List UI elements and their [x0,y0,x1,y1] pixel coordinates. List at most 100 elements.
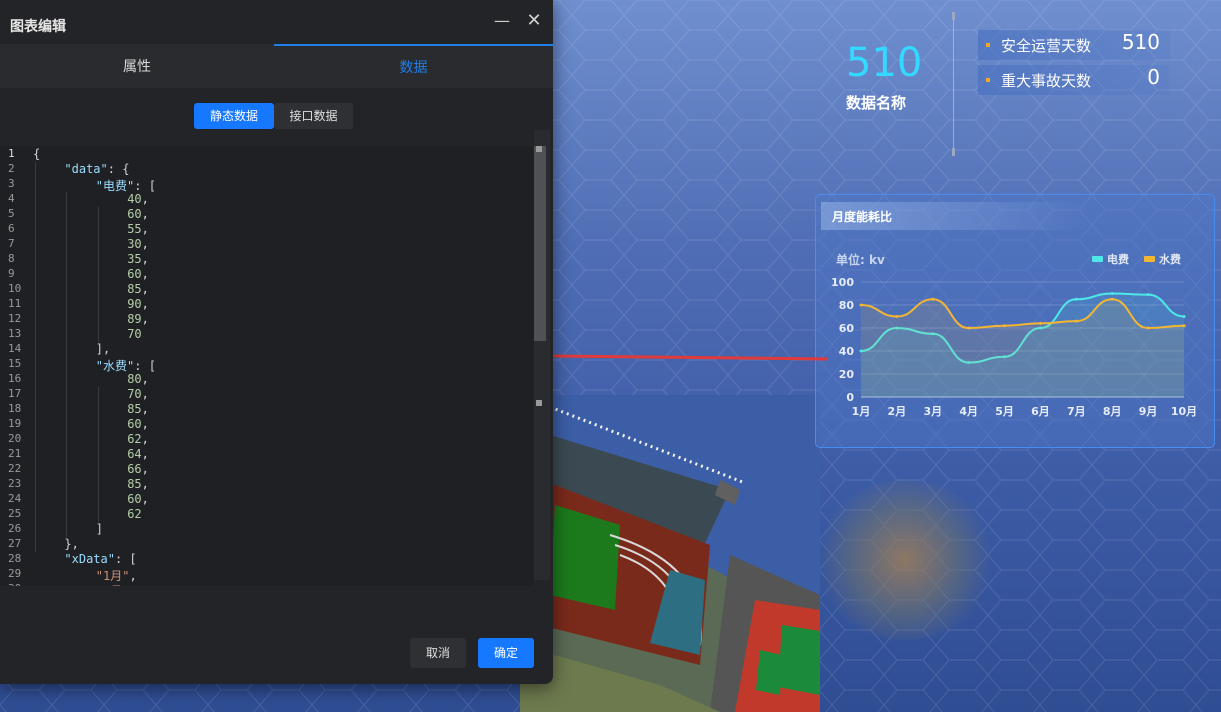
code-token: "水费" [95,359,135,373]
scroll-marker [536,400,542,406]
line-number: 25 [8,507,22,520]
code-token: ] [95,522,104,536]
stat-value: 510 [1121,30,1160,54]
code-line: "data": { [64,162,129,176]
code-line: 89, [127,312,149,326]
line-number: 16 [8,372,22,385]
code-token: 60 [127,417,142,431]
minimize-icon[interactable]: — [493,11,511,31]
code-line: 70 [127,327,141,341]
static-data-button[interactable]: 静态数据 [194,103,274,129]
x-tick-label: 7月 [1067,405,1086,418]
code-token: 55 [127,222,142,236]
stat-value: 0 [1147,65,1160,89]
tab-properties[interactable]: 属性 [0,44,274,88]
stat-divider [953,12,954,156]
code-token: : [ [134,359,156,373]
code-line: 30, [127,237,149,251]
api-data-button[interactable]: 接口数据 [274,103,353,129]
x-tick-label: 3月 [923,405,942,418]
line-number: 7 [8,237,15,250]
code-token: 85 [127,282,142,296]
code-token: 85 [127,402,142,416]
chart-editor-dialog: 图表编辑 — ✕ 属性 数据 静态数据 接口数据 1 2 3 4 5 6 7 8 9 10 11 12… [0,0,553,684]
editor-scrollbar-thumb[interactable] [534,146,546,341]
data-point [895,315,899,318]
legend-label: 水费 [1159,252,1181,266]
indent-guide [35,162,36,552]
code-token: ], [95,342,111,356]
x-tick-label: 4月 [959,405,978,418]
data-point [1110,292,1114,295]
code-line: 85, [127,477,149,491]
line-number: 13 [8,327,22,340]
line-number: 9 [8,267,15,280]
y-tick-label: 100 [831,276,854,289]
indent-guide [97,207,99,342]
line-number: 29 [8,567,22,580]
x-tick-label: 5月 [995,405,1014,418]
close-icon[interactable]: ✕ [524,11,544,31]
x-tick-label: 10月 [1171,405,1197,418]
data-point [1182,324,1186,328]
code-token: , [141,237,149,251]
code-token: , [141,207,149,221]
y-tick-label: 0 [846,391,854,404]
x-tick-label: 6月 [1031,405,1050,418]
code-token: }, [64,537,79,551]
tab-data[interactable]: 数据 [274,44,553,88]
code-line: }, [64,537,78,551]
json-code-editor[interactable]: 1 2 3 4 5 6 7 8 9 10 11 12 13 14 15 16 17 18 19 20 21 22 23 24 2… [0,146,534,586]
code-token: 35 [127,252,142,266]
code-token: , [141,492,149,506]
code-token: , [141,417,149,431]
line-number: 30 [8,582,30,586]
code-line: 85, [127,282,149,296]
code-token: "2月" [96,584,130,586]
bullet-icon [986,78,990,82]
chart-unit-label: 单位: kv [836,252,885,267]
x-tick-label: 8月 [1103,405,1122,418]
line-number: 23 [8,477,22,490]
indent-guide [97,387,99,522]
code-line: 90, [127,297,149,311]
line-chart: 单位: kv 0 20 40 60 80 100 1月 2月 3月 4月 5月 6月 7月 8月 9月 10… [831,252,1197,418]
divider-cap [952,12,955,20]
line-number: 19 [8,417,22,430]
code-line: { [33,147,40,161]
code-line: 85, [127,402,149,416]
code-token: , [141,312,149,326]
code-token: , [129,584,136,586]
cancel-button[interactable]: 取消 [410,638,466,668]
code-token: : { [107,162,130,176]
line-number: 26 [8,522,22,535]
code-token: , [141,192,149,206]
x-tick-label: 9月 [1139,405,1158,418]
stat-row: 安全运营天数 510 [978,30,1170,60]
code-token: "data" [64,162,108,176]
confirm-button[interactable]: 确定 [478,638,534,668]
code-token: 62 [127,432,142,446]
y-tick-label: 20 [839,368,855,381]
code-token: , [141,282,149,296]
bullet-icon [986,43,990,47]
line-number: 14 [8,342,22,355]
x-tick-label: 2月 [888,405,907,418]
code-token: : [ [114,552,137,566]
stat-label: 安全运营天数 [1001,37,1092,55]
code-token: { [33,147,41,161]
chart-panel[interactable]: 月度能耗比 单位: kv 0 20 40 60 80 100 1月 2月 3月 4月 5月 6月 7月… [815,194,1215,448]
code-token: 66 [127,462,142,476]
line-number: 10 [8,282,22,295]
code-token: 60 [127,267,142,281]
indent-guide [66,192,68,537]
code-line: 60, [127,207,149,221]
legend-label: 电费 [1107,252,1129,266]
code-token: "电费" [95,179,135,193]
line-number: 22 [8,462,22,475]
data-point [1146,293,1150,297]
blurred-object [815,480,995,640]
code-line: ] [96,522,103,536]
stat-label: 重大事故天数 [1001,72,1092,90]
line-number-gutter: 1 2 3 4 5 6 7 8 9 10 11 12 13 14 15 16 17 18 19 20 21 22 23 24 2… [0,146,32,586]
